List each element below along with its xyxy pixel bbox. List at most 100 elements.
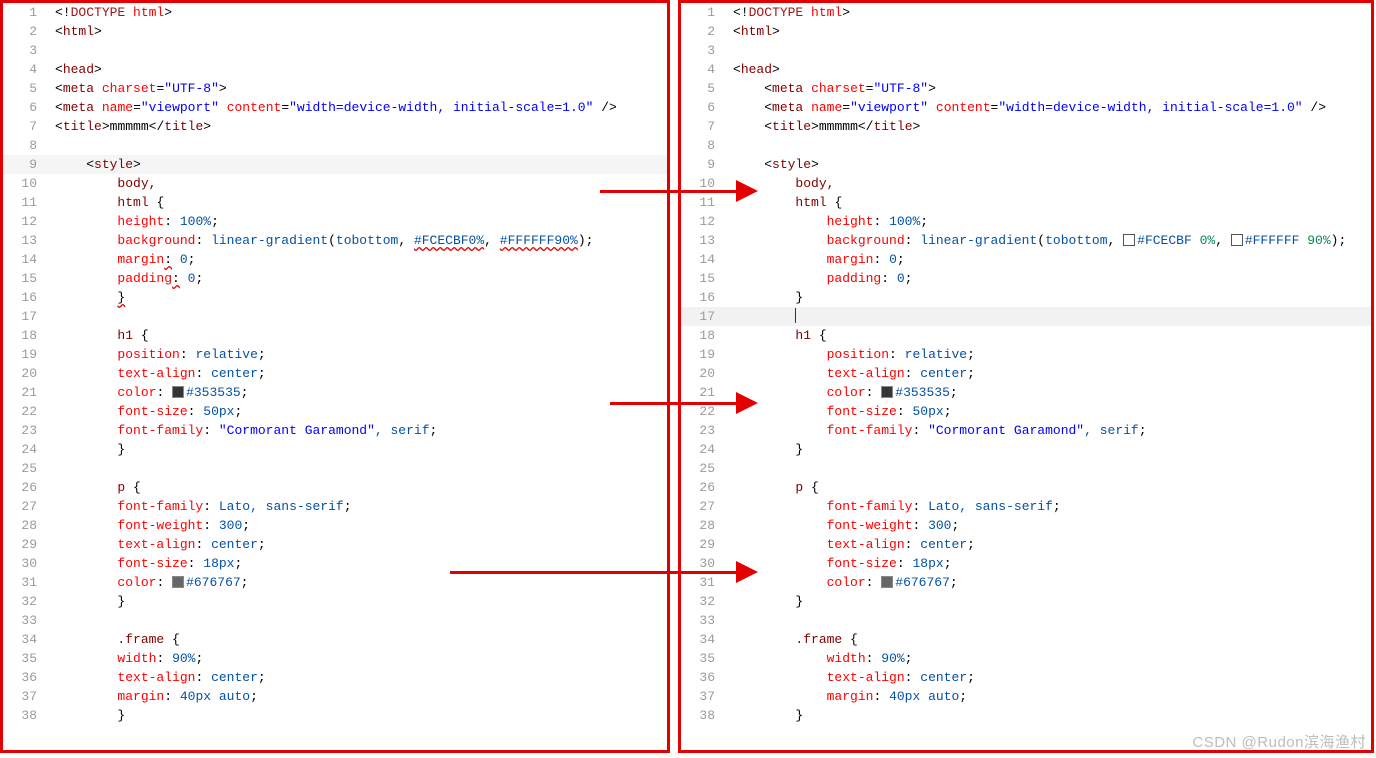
code-content[interactable]: html { xyxy=(729,193,1371,212)
code-line[interactable]: 38 } xyxy=(681,706,1371,725)
code-content[interactable]: font-weight: 300; xyxy=(51,516,667,535)
code-line[interactable]: 33 xyxy=(681,611,1371,630)
code-content[interactable]: <html> xyxy=(51,22,667,41)
code-content[interactable]: margin: 0; xyxy=(729,250,1371,269)
code-content[interactable] xyxy=(729,41,1371,60)
code-line[interactable]: 18 h1 { xyxy=(681,326,1371,345)
code-content[interactable] xyxy=(51,611,667,630)
code-line[interactable]: 19 position: relative; xyxy=(681,345,1371,364)
code-line[interactable]: 14 margin: 0; xyxy=(3,250,667,269)
code-content[interactable]: } xyxy=(729,706,1371,725)
code-line[interactable]: 25 xyxy=(681,459,1371,478)
code-line[interactable]: 25 xyxy=(3,459,667,478)
code-line[interactable]: 29 text-align: center; xyxy=(681,535,1371,554)
code-content[interactable]: <head> xyxy=(729,60,1371,79)
code-content[interactable]: <html> xyxy=(729,22,1371,41)
code-content[interactable]: } xyxy=(51,440,667,459)
code-content[interactable]: } xyxy=(729,288,1371,307)
code-content[interactable]: .frame { xyxy=(729,630,1371,649)
code-line[interactable]: 34 .frame { xyxy=(681,630,1371,649)
code-line[interactable]: 37 margin: 40px auto; xyxy=(3,687,667,706)
code-content[interactable]: font-family: Lato, sans-serif; xyxy=(51,497,667,516)
code-line[interactable]: 2<html> xyxy=(3,22,667,41)
code-line[interactable]: 29 text-align: center; xyxy=(3,535,667,554)
code-content[interactable]: width: 90%; xyxy=(51,649,667,668)
code-line[interactable]: 32 } xyxy=(3,592,667,611)
code-content[interactable]: color: #353535; xyxy=(729,383,1371,402)
code-content[interactable]: font-size: 50px; xyxy=(729,402,1371,421)
code-line[interactable]: 21 color: #353535; xyxy=(3,383,667,402)
code-line[interactable]: 38 } xyxy=(3,706,667,725)
code-content[interactable] xyxy=(51,459,667,478)
code-line[interactable]: 4<head> xyxy=(681,60,1371,79)
code-line[interactable]: 24 } xyxy=(3,440,667,459)
code-line[interactable]: 2<html> xyxy=(681,22,1371,41)
code-line[interactable]: 36 text-align: center; xyxy=(3,668,667,687)
code-line[interactable]: 20 text-align: center; xyxy=(3,364,667,383)
code-content[interactable]: text-align: center; xyxy=(729,535,1371,554)
code-content[interactable]: padding: 0; xyxy=(51,269,667,288)
editor-panel-left[interactable]: 1<!DOCTYPE html>2<html>34<head>5<meta ch… xyxy=(0,0,670,753)
code-content[interactable]: font-weight: 300; xyxy=(729,516,1371,535)
code-line[interactable]: 23 font-family: "Cormorant Garamond", se… xyxy=(3,421,667,440)
code-content[interactable]: <meta name="viewport" content="width=dev… xyxy=(51,98,667,117)
code-line[interactable]: 16 } xyxy=(681,288,1371,307)
code-content[interactable]: color: #353535; xyxy=(51,383,667,402)
code-line[interactable]: 20 text-align: center; xyxy=(681,364,1371,383)
code-line[interactable]: 28 font-weight: 300; xyxy=(3,516,667,535)
code-line[interactable]: 6 <meta name="viewport" content="width=d… xyxy=(681,98,1371,117)
code-content[interactable]: font-size: 18px; xyxy=(729,554,1371,573)
code-line[interactable]: 15 padding: 0; xyxy=(3,269,667,288)
code-line[interactable]: 1<!DOCTYPE html> xyxy=(681,3,1371,22)
code-line[interactable]: 15 padding: 0; xyxy=(681,269,1371,288)
code-content[interactable]: <head> xyxy=(51,60,667,79)
code-line[interactable]: 5 <meta charset="UTF-8"> xyxy=(681,79,1371,98)
code-content[interactable]: margin: 40px auto; xyxy=(729,687,1371,706)
code-content[interactable]: background: linear-gradient(tobottom, #F… xyxy=(51,231,667,250)
code-line[interactable]: 10 body, xyxy=(3,174,667,193)
code-content[interactable]: } xyxy=(51,592,667,611)
code-line[interactable]: 34 .frame { xyxy=(3,630,667,649)
code-content[interactable]: padding: 0; xyxy=(729,269,1371,288)
code-content[interactable]: font-size: 18px; xyxy=(51,554,667,573)
code-content[interactable]: } xyxy=(729,440,1371,459)
code-line[interactable]: 1<!DOCTYPE html> xyxy=(3,3,667,22)
code-line[interactable]: 14 margin: 0; xyxy=(681,250,1371,269)
code-content[interactable]: html { xyxy=(51,193,667,212)
code-line[interactable]: 13 background: linear-gradient(tobottom,… xyxy=(681,231,1371,250)
code-line[interactable]: 18 h1 { xyxy=(3,326,667,345)
code-content[interactable]: h1 { xyxy=(51,326,667,345)
code-content[interactable]: p { xyxy=(729,478,1371,497)
code-content[interactable]: } xyxy=(51,706,667,725)
code-content[interactable]: font-family: "Cormorant Garamond", serif… xyxy=(729,421,1371,440)
code-content[interactable]: h1 { xyxy=(729,326,1371,345)
code-content[interactable] xyxy=(51,41,667,60)
code-content[interactable] xyxy=(729,459,1371,478)
code-content[interactable]: <!DOCTYPE html> xyxy=(51,3,667,22)
editor-panel-right[interactable]: 1<!DOCTYPE html>2<html>34<head>5 <meta c… xyxy=(678,0,1374,753)
code-content[interactable]: font-family: Lato, sans-serif; xyxy=(729,497,1371,516)
code-line[interactable]: 4<head> xyxy=(3,60,667,79)
code-line[interactable]: 10 body, xyxy=(681,174,1371,193)
code-line[interactable]: 11 html { xyxy=(681,193,1371,212)
code-line[interactable]: 9 <style> xyxy=(681,155,1371,174)
code-content[interactable]: width: 90%; xyxy=(729,649,1371,668)
code-line[interactable]: 16 } xyxy=(3,288,667,307)
code-content[interactable] xyxy=(729,136,1371,155)
code-content[interactable] xyxy=(729,611,1371,630)
code-content[interactable]: position: relative; xyxy=(51,345,667,364)
code-content[interactable]: text-align: center; xyxy=(729,364,1371,383)
code-content[interactable]: height: 100%; xyxy=(51,212,667,231)
code-line[interactable]: 7 <title>mmmmm</title> xyxy=(681,117,1371,136)
code-content[interactable]: height: 100%; xyxy=(729,212,1371,231)
code-content[interactable]: <title>mmmmm</title> xyxy=(729,117,1371,136)
code-content[interactable]: text-align: center; xyxy=(51,535,667,554)
code-content[interactable]: <title>mmmmm</title> xyxy=(51,117,667,136)
code-content[interactable]: body, xyxy=(729,174,1371,193)
code-line[interactable]: 17 xyxy=(3,307,667,326)
code-line[interactable]: 7<title>mmmmm</title> xyxy=(3,117,667,136)
code-line[interactable]: 8 xyxy=(681,136,1371,155)
code-line[interactable]: 26 p { xyxy=(681,478,1371,497)
code-line[interactable]: 27 font-family: Lato, sans-serif; xyxy=(681,497,1371,516)
code-content[interactable] xyxy=(729,307,1371,326)
